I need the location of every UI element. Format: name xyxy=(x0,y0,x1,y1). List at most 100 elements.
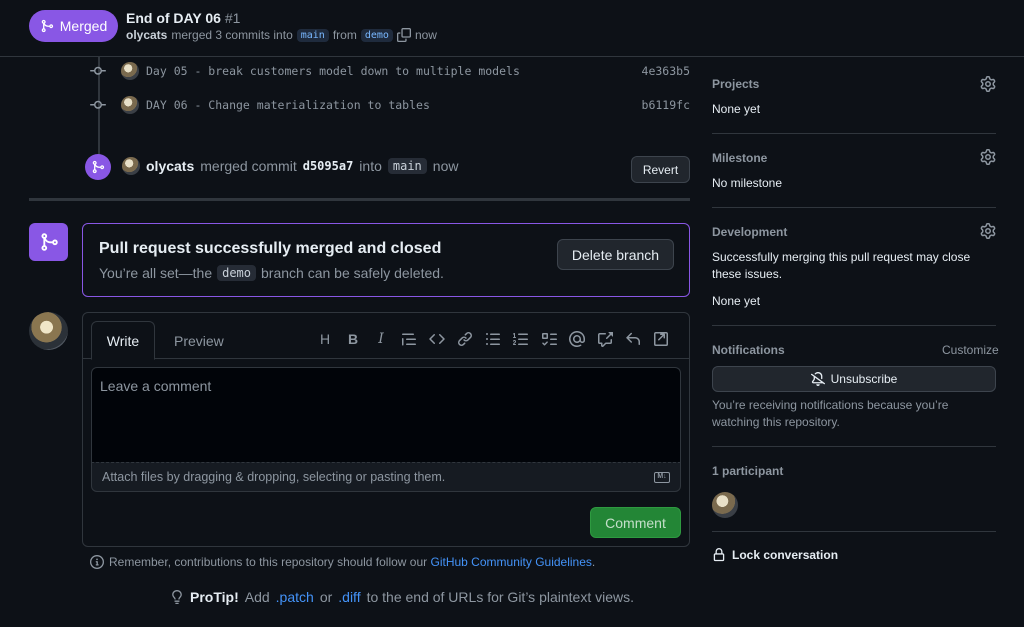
markdown-toolbar: H B I xyxy=(317,330,669,348)
merged-box-sub-before: You’re all set—the xyxy=(99,265,213,281)
reply-icon[interactable] xyxy=(625,330,641,348)
merge-event-branch[interactable]: main xyxy=(387,158,427,174)
protip: ProTip! Add .patch or .diff to the end o… xyxy=(170,589,634,605)
base-branch[interactable]: main xyxy=(296,28,329,42)
tab-write[interactable]: Write xyxy=(91,321,155,360)
ordered-list-icon[interactable] xyxy=(513,330,529,348)
commit-row: DAY 06 - Change materialization to table… xyxy=(90,94,690,116)
sidebar-notifications-title: Notifications xyxy=(712,343,785,357)
git-merge-icon xyxy=(41,19,53,33)
italic-icon[interactable]: I xyxy=(373,330,389,348)
markdown-icon[interactable]: M↓ xyxy=(654,472,670,483)
commit-icon xyxy=(90,97,106,113)
commit-icon xyxy=(90,63,106,79)
info-icon xyxy=(90,555,104,569)
protip-text1: Add xyxy=(244,589,270,605)
git-merge-icon xyxy=(92,160,105,174)
merged-box-title: Pull request successfully merged and clo… xyxy=(99,240,442,257)
commit-message[interactable]: Day 05 - break customers model down to m… xyxy=(146,64,520,78)
protip-text2: to the end of URLs for Git’s plaintext v… xyxy=(366,589,634,605)
delete-branch-button[interactable]: Delete branch xyxy=(557,239,674,270)
fullscreen-icon[interactable] xyxy=(653,330,669,348)
protip-or: or xyxy=(319,589,333,605)
pr-author[interactable]: olycats xyxy=(126,28,167,42)
head-branch[interactable]: demo xyxy=(360,28,393,42)
unsubscribe-button[interactable]: Unsubscribe xyxy=(712,366,996,392)
sidebar-development-value2: None yet xyxy=(712,294,761,308)
guidelines-link[interactable]: GitHub Community Guidelines xyxy=(431,555,592,569)
commit-sha[interactable]: b6119fc xyxy=(642,98,690,112)
cross-reference-icon[interactable] xyxy=(597,330,613,348)
sidebar-milestone-value: No milestone xyxy=(712,176,783,190)
merged-box-branch[interactable]: demo xyxy=(217,265,257,281)
avatar[interactable] xyxy=(121,62,139,80)
sidebar-divider xyxy=(712,531,996,532)
merge-event-icon xyxy=(85,154,111,180)
comment-placeholder: Leave a comment xyxy=(100,378,212,394)
sidebar-divider xyxy=(712,446,996,447)
pr-title-text: End of DAY 06 xyxy=(126,10,221,26)
revert-button[interactable]: Revert xyxy=(631,156,690,183)
attach-files-text: Attach files by dragging & dropping, sel… xyxy=(102,470,446,484)
merged-status-badge: Merged xyxy=(29,10,118,42)
bold-icon[interactable]: B xyxy=(345,330,361,348)
comment-button[interactable]: Comment xyxy=(590,507,681,538)
commit-sha[interactable]: 4e363b5 xyxy=(642,64,690,78)
gear-icon[interactable] xyxy=(980,76,996,92)
pr-from-text: from xyxy=(332,28,357,42)
unordered-list-icon[interactable] xyxy=(485,330,501,348)
quote-icon[interactable] xyxy=(401,330,417,348)
sidebar-divider xyxy=(712,133,996,134)
pr-header: Merged End of DAY 06 #1 olycats merged 3… xyxy=(0,0,1024,57)
comment-input[interactable]: Leave a comment xyxy=(91,367,681,462)
sidebar-projects-value: None yet xyxy=(712,102,761,116)
lock-conversation-label: Lock conversation xyxy=(732,548,839,562)
bell-slash-icon xyxy=(810,372,825,386)
pr-title: End of DAY 06 #1 xyxy=(126,10,240,26)
tasklist-icon[interactable] xyxy=(541,330,557,348)
unsubscribe-label: Unsubscribe xyxy=(830,372,898,386)
timeline-divider xyxy=(29,198,690,201)
avatar[interactable] xyxy=(122,157,140,175)
pr-subtitle: olycats merged 3 commits into main from … xyxy=(126,28,437,42)
patch-link[interactable]: .patch xyxy=(276,589,314,605)
merged-box-icon xyxy=(29,223,68,261)
attach-files-bar[interactable]: Attach files by dragging & dropping, sel… xyxy=(91,462,681,492)
mention-icon[interactable] xyxy=(569,330,585,348)
sidebar-divider xyxy=(712,207,996,208)
pr-number: #1 xyxy=(224,10,241,26)
git-merge-icon xyxy=(41,233,58,251)
sidebar-divider xyxy=(712,325,996,326)
avatar[interactable] xyxy=(29,312,68,350)
merge-event: olycats merged commit d5095a7 into main … xyxy=(122,157,458,175)
merged-box-sub-after: branch can be safely deleted. xyxy=(261,265,444,281)
sidebar-development-title[interactable]: Development xyxy=(712,225,787,239)
tab-preview[interactable]: Preview xyxy=(174,333,224,349)
merge-commit-sha[interactable]: d5095a7 xyxy=(303,159,354,173)
gear-icon[interactable] xyxy=(980,223,996,239)
customize-link[interactable]: Customize xyxy=(942,343,999,357)
avatar[interactable] xyxy=(121,96,139,114)
pr-time: now xyxy=(414,28,437,42)
merge-event-time: now xyxy=(432,158,459,174)
code-icon[interactable] xyxy=(429,330,445,348)
guidelines-end: . xyxy=(591,555,596,569)
merge-event-text: merged commit xyxy=(200,158,297,174)
merge-event-into: into xyxy=(359,158,382,174)
merged-badge-label: Merged xyxy=(59,18,108,34)
sidebar-participants-title: 1 participant xyxy=(712,464,784,478)
sidebar-projects-title[interactable]: Projects xyxy=(712,77,759,91)
protip-label: ProTip! xyxy=(190,589,239,605)
guidelines-note: Remember, contributions to this reposito… xyxy=(90,555,595,569)
copy-icon[interactable] xyxy=(396,28,411,42)
light-bulb-icon xyxy=(172,590,182,604)
commit-message[interactable]: DAY 06 - Change materialization to table… xyxy=(146,98,430,112)
gear-icon[interactable] xyxy=(980,149,996,165)
diff-link[interactable]: .diff xyxy=(338,589,360,605)
link-icon[interactable] xyxy=(457,330,473,348)
sidebar-milestone-title[interactable]: Milestone xyxy=(712,151,767,165)
participant-avatar[interactable] xyxy=(712,492,738,518)
heading-icon[interactable]: H xyxy=(317,330,333,348)
merge-event-author[interactable]: olycats xyxy=(146,158,194,174)
lock-conversation-button[interactable]: Lock conversation xyxy=(712,548,838,562)
